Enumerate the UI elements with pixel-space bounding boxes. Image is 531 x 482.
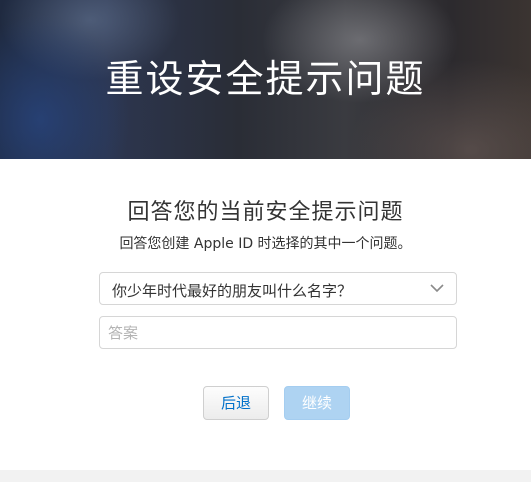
security-question-select[interactable]: 你少年时代最好的朋友叫什么名字？	[99, 272, 457, 305]
back-button[interactable]: 后退	[203, 386, 269, 420]
continue-button[interactable]: 继续	[284, 386, 350, 420]
selected-question: 你少年时代最好的朋友叫什么名字？	[112, 282, 353, 300]
page-title: 重设安全提示问题	[105, 57, 426, 101]
answer-input[interactable]	[99, 316, 457, 349]
footer-strip	[0, 470, 531, 482]
hero-banner: 重设安全提示问题	[0, 0, 531, 159]
section-heading: 回答您的当前安全提示问题	[127, 200, 404, 225]
instruction-text: 回答您创建 Apple ID 时选择的其中一个问题。	[119, 236, 412, 252]
chevron-down-icon	[430, 284, 444, 293]
